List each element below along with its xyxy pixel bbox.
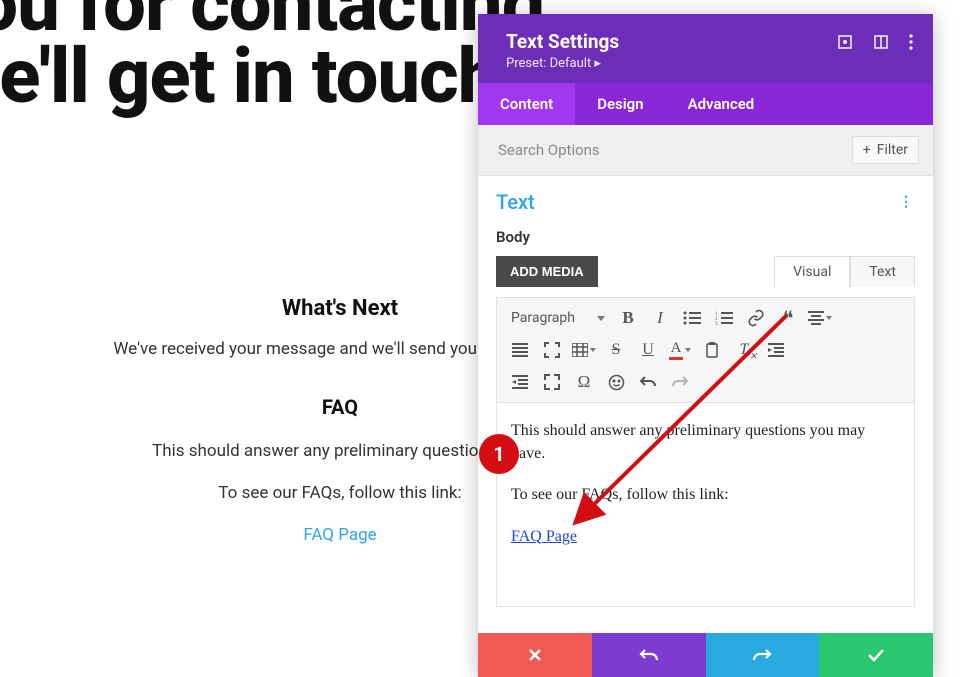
confirm-button[interactable]	[819, 633, 933, 677]
faq-page-link[interactable]: FAQ Page	[303, 525, 376, 545]
editor-paragraph-2[interactable]: To see our FAQs, follow this link:	[511, 483, 900, 506]
panel-header[interactable]: Text Settings Preset: Default ▸	[478, 14, 933, 83]
annotation-badge: 1	[479, 434, 519, 474]
tab-design[interactable]: Design	[575, 83, 665, 125]
strikethrough-icon[interactable]: S	[601, 336, 631, 364]
undo-icon[interactable]	[633, 368, 663, 396]
redo-button[interactable]	[706, 633, 820, 677]
editor-textarea[interactable]: This should answer any preliminary quest…	[496, 403, 915, 607]
editor-paragraph-1[interactable]: This should answer any preliminary quest…	[511, 419, 900, 465]
link-icon[interactable]	[741, 304, 771, 332]
chevron-down-icon	[597, 316, 605, 321]
more-icon[interactable]	[909, 34, 913, 50]
expand-editor-icon[interactable]	[537, 368, 567, 396]
italic-icon[interactable]: I	[645, 304, 675, 332]
outdent-icon[interactable]	[505, 368, 535, 396]
panel-footer	[478, 633, 933, 677]
filter-button[interactable]: + Filter	[852, 136, 919, 164]
body-label: Body	[496, 228, 915, 246]
paragraph-select[interactable]: Paragraph	[505, 306, 611, 330]
columns-icon[interactable]	[873, 34, 889, 50]
special-char-icon[interactable]: Ω	[569, 368, 599, 396]
search-options-input[interactable]: Search Options	[498, 141, 600, 159]
mode-tab-visual[interactable]: Visual	[774, 256, 850, 287]
tab-content[interactable]: Content	[478, 83, 575, 125]
editor-toolbar: Paragraph B I 123 ❝	[496, 297, 915, 403]
fullscreen-icon[interactable]	[537, 336, 567, 364]
plus-icon: +	[863, 142, 871, 158]
text-color-icon[interactable]: A	[665, 336, 695, 364]
add-media-button[interactable]: ADD MEDIA	[496, 256, 598, 287]
paragraph-select-label: Paragraph	[511, 310, 575, 326]
indent-icon[interactable]	[761, 336, 791, 364]
clear-format-icon[interactable]: T✕	[729, 336, 759, 364]
panel-preset[interactable]: Preset: Default ▸	[506, 56, 619, 71]
cancel-button[interactable]	[478, 633, 592, 677]
bold-icon[interactable]: B	[613, 304, 643, 332]
search-options-row: Search Options + Filter	[478, 125, 933, 176]
quote-icon[interactable]: ❝	[773, 304, 803, 332]
align-center-icon[interactable]	[805, 304, 835, 332]
redo-icon[interactable]	[665, 368, 695, 396]
undo-button[interactable]	[592, 633, 706, 677]
filter-label: Filter	[877, 142, 908, 158]
underline-icon[interactable]: U	[633, 336, 663, 364]
paste-icon[interactable]	[697, 336, 727, 364]
emoji-icon[interactable]	[601, 368, 631, 396]
tab-advanced[interactable]: Advanced	[666, 83, 777, 125]
panel-tabs: Content Design Advanced	[478, 83, 933, 125]
expand-icon[interactable]	[837, 34, 853, 50]
bullet-list-icon[interactable]	[677, 304, 707, 332]
align-justify-icon[interactable]	[505, 336, 535, 364]
table-icon[interactable]	[569, 336, 599, 364]
editor-link[interactable]: FAQ Page	[511, 528, 577, 545]
numbered-list-icon[interactable]: 123	[709, 304, 739, 332]
mode-tab-text[interactable]: Text	[850, 256, 915, 287]
panel-title: Text Settings	[506, 30, 619, 53]
text-settings-panel: Text Settings Preset: Default ▸ Content …	[478, 14, 933, 677]
svg-text:3: 3	[715, 322, 718, 325]
section-menu-icon[interactable]: ⋮	[899, 194, 915, 210]
section-title[interactable]: Text	[496, 190, 535, 214]
